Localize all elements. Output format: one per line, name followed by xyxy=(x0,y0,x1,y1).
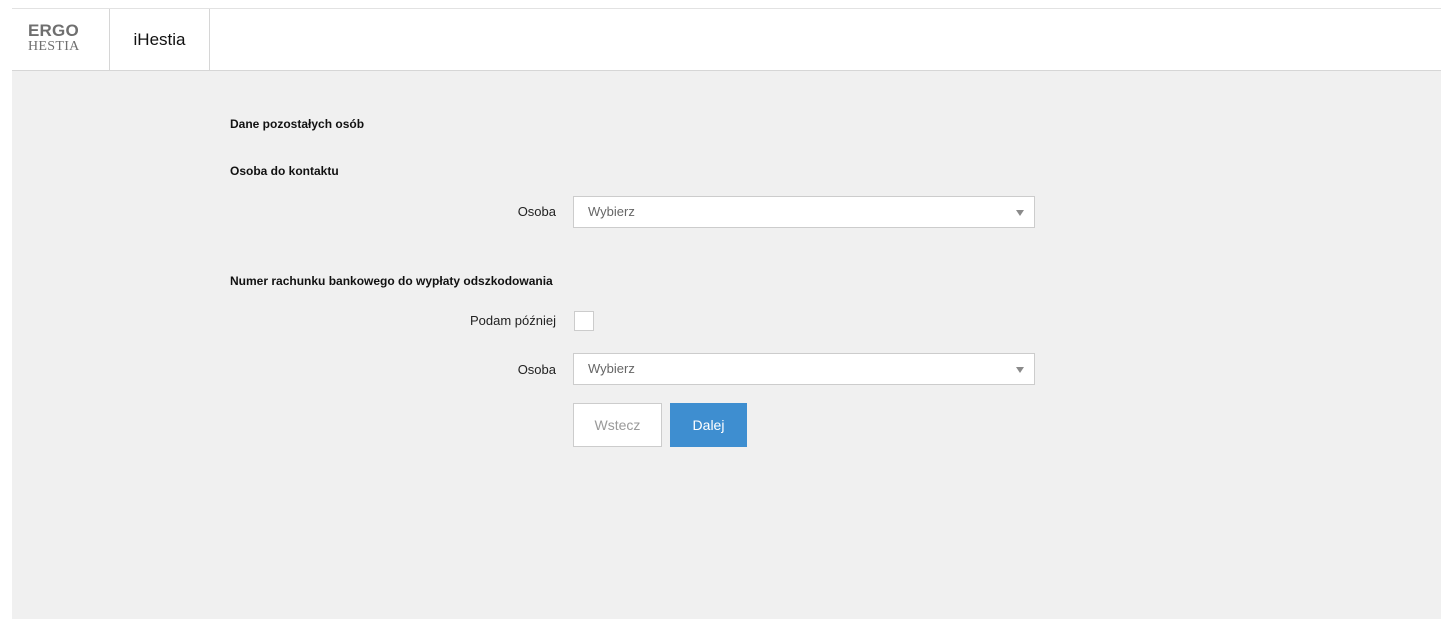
chevron-down-icon xyxy=(1016,210,1024,216)
provide-later-checkbox[interactable] xyxy=(574,311,594,331)
logo-hestia-text: HESTIA xyxy=(28,39,80,54)
page-title: Dane pozostałych osób xyxy=(230,117,365,131)
app-window: ERGO HESTIA iHestia Dane pozostałych osó… xyxy=(0,0,1441,619)
contact-person-select[interactable]: Wybierz xyxy=(573,196,1035,228)
main-content: Dane pozostałych osób Osoba do kontaktu … xyxy=(12,71,1441,619)
logo-ergo-text: ERGO xyxy=(28,21,79,40)
bank-person-select-value: Wybierz xyxy=(588,361,635,376)
contact-section-heading: Osoba do kontaktu xyxy=(230,164,339,178)
app-name[interactable]: iHestia xyxy=(110,9,210,70)
bank-section-heading: Numer rachunku bankowego do wypłaty odsz… xyxy=(230,274,553,288)
ergo-hestia-logo[interactable]: ERGO HESTIA xyxy=(12,9,110,70)
contact-person-label: Osoba xyxy=(517,204,556,219)
next-button[interactable]: Dalej xyxy=(670,403,747,447)
chevron-down-icon xyxy=(1016,367,1024,373)
back-button[interactable]: Wstecz xyxy=(573,403,662,447)
bank-person-select[interactable]: Wybierz xyxy=(573,353,1035,385)
top-header: ERGO HESTIA iHestia xyxy=(12,9,1441,71)
contact-person-select-value: Wybierz xyxy=(588,204,635,219)
provide-later-label: Podam później xyxy=(470,313,556,328)
bank-person-label: Osoba xyxy=(517,362,556,377)
